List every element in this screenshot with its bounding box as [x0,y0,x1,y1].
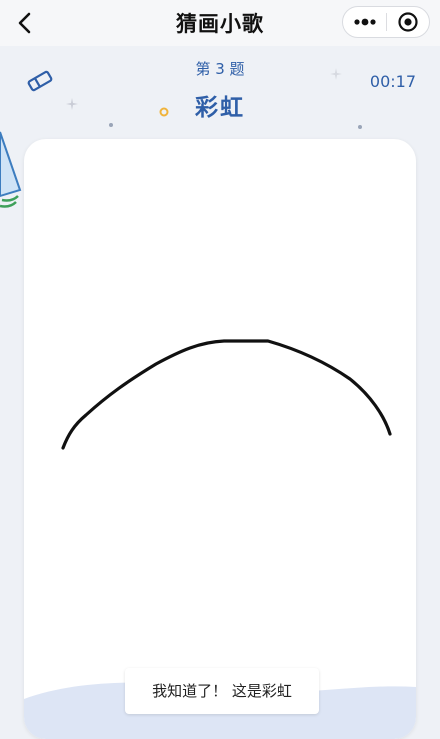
more-button[interactable] [343,7,386,37]
circle-decoration-icon [159,107,169,117]
sparkle-decoration-icon [66,98,78,110]
drawing-canvas[interactable] [24,139,416,739]
navigation-bar: 猜画小歌 [0,0,440,46]
mini-program-capsule [342,6,430,38]
dot-decoration-icon [109,123,113,127]
dot-decoration-icon [358,125,362,129]
result-toast: 我知道了！ 这是彩虹 [125,668,319,714]
close-button[interactable] [387,7,429,37]
target-close-icon [398,12,418,32]
drawn-stroke [61,339,392,450]
countdown-timer: 00:17 [369,72,416,91]
party-hat-decoration-icon [0,131,22,208]
more-dots-icon [353,18,376,26]
sparkle-decoration-icon [330,68,342,80]
